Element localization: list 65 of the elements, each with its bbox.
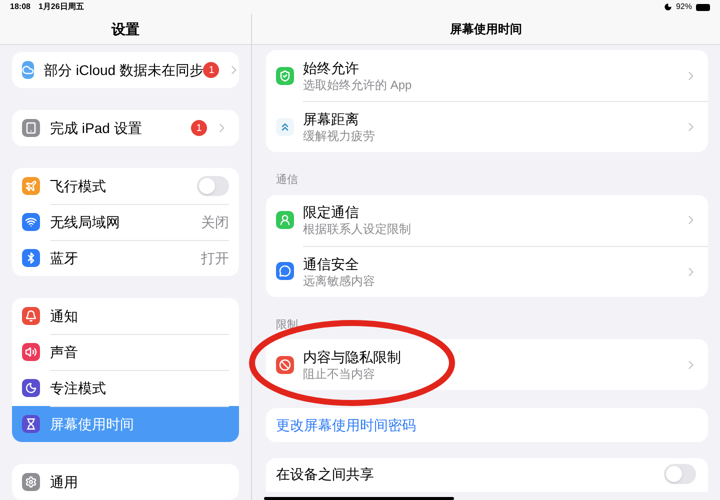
speaker-icon (22, 343, 40, 361)
sidebar-item[interactable]: 通知 (12, 298, 239, 334)
wifi-icon (22, 213, 40, 231)
toggle-switch[interactable] (664, 464, 696, 484)
item-label: 通知 (50, 306, 78, 326)
settings-row[interactable]: 限定通信 根据联系人设定限制 (266, 194, 708, 246)
hourglass-icon (22, 415, 40, 433)
battery-percent: 92% (676, 1, 692, 13)
shield-check-icon (276, 66, 294, 84)
status-date: 1月26日周五 (38, 1, 84, 13)
item-value: 打开 (201, 249, 229, 268)
item-label: 蓝牙 (50, 249, 78, 268)
bluetooth-icon (22, 249, 40, 267)
moon-icon (664, 3, 672, 11)
status-time: 18:08 (10, 1, 30, 13)
settings-row[interactable]: 始终允许 选取始终允许的 App (266, 50, 708, 101)
row-subtitle: 缓解视力疲劳 (303, 128, 375, 144)
gear-icon (22, 473, 40, 491)
sidebar-item[interactable]: 完成 iPad 设置 1 (12, 110, 239, 146)
cloud-icon (22, 61, 34, 79)
sidebar-item[interactable]: 通用 (12, 464, 239, 500)
row-title: 屏幕距离 (303, 110, 360, 128)
sidebar-item[interactable]: 声音 (12, 334, 239, 370)
airplane-icon (22, 177, 40, 195)
page-title: 屏幕使用时间 (450, 21, 522, 38)
moon-icon (22, 379, 40, 397)
tablet-icon (22, 119, 40, 137)
battery-icon (696, 4, 710, 10)
prohibited-icon (276, 356, 294, 374)
item-value: 关闭 (201, 213, 229, 232)
row-title: 通信安全 (303, 254, 360, 272)
settings-row[interactable]: 内容与隐私限制 阻止不当内容 (266, 339, 708, 390)
double-chevron-icon (276, 118, 294, 136)
contact-icon (276, 211, 294, 229)
change-passcode-link[interactable]: 更改屏幕使用时间密码 (276, 414, 416, 436)
row-subtitle: 根据联系人设定限制 (303, 221, 411, 237)
notification-badge: 1 (203, 62, 220, 78)
sidebar-item[interactable]: 飞行模式 (12, 168, 239, 204)
sidebar-item[interactable]: 部分 iCloud 数据未在同步 1 (12, 52, 239, 88)
toggle-switch[interactable] (197, 176, 229, 196)
sidebar-item[interactable]: 蓝牙 打开 (12, 240, 239, 276)
row-subtitle: 阻止不当内容 (303, 366, 376, 382)
notification-badge: 1 (191, 120, 207, 136)
row-title: 始终允许 (303, 58, 360, 76)
row-title: 限定通信 (303, 203, 360, 221)
chat-bubble-icon (276, 262, 294, 280)
settings-row[interactable]: 通信安全 远离敏感内容 (266, 246, 708, 296)
sidebar-item[interactable]: 无线局域网 关闭 (12, 204, 239, 240)
item-label: 通用 (50, 472, 78, 492)
item-label: 专注模式 (50, 379, 106, 398)
row-title: 内容与隐私限制 (303, 348, 401, 366)
row-title: 在设备之间共享 (276, 466, 374, 482)
item-label: 部分 iCloud 数据未在同步 (44, 60, 204, 80)
settings-row[interactable]: 屏幕距离 缓解视力疲劳 (266, 101, 708, 152)
sidebar-title: 设置 (112, 20, 140, 38)
item-label: 声音 (50, 343, 78, 362)
item-label: 无线局域网 (50, 213, 120, 232)
sidebar-item[interactable]: 专注模式 (12, 370, 239, 406)
item-label: 完成 iPad 设置 (50, 118, 142, 138)
section-header: 通信 (275, 172, 299, 188)
item-label: 屏幕使用时间 (50, 415, 134, 434)
row-subtitle: 选取始终允许的 App (303, 76, 412, 92)
item-label: 飞行模式 (50, 176, 106, 196)
bell-icon (22, 307, 40, 325)
row-subtitle: 远离敏感内容 (303, 272, 375, 288)
